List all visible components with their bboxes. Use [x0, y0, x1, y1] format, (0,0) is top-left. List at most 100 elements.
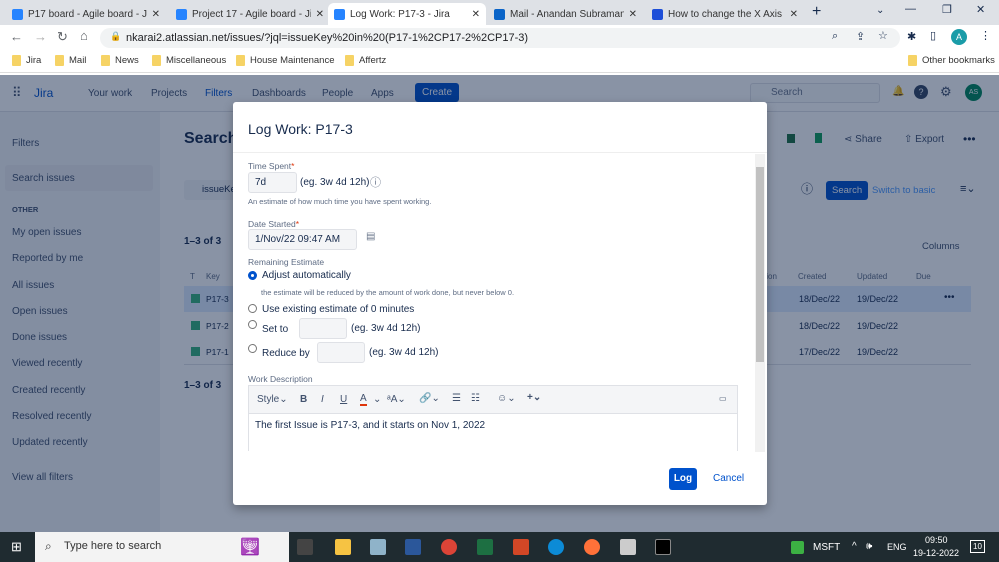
notepad-icon[interactable]	[370, 539, 386, 555]
pc-icon[interactable]	[620, 539, 636, 555]
tab-x-axis[interactable]: How to change the X Axis period✕	[646, 3, 804, 25]
close-icon[interactable]: ✕	[790, 9, 798, 20]
profile-avatar[interactable]: A	[951, 29, 967, 45]
chevron-down-icon[interactable]: ⌄	[373, 394, 381, 405]
clock-date[interactable]: 19-12-2022	[913, 548, 959, 558]
stock-ticker[interactable]: MSFT	[813, 542, 840, 553]
bullet-list-icon[interactable]: ☰	[452, 393, 461, 404]
reload-icon[interactable]: ↻	[57, 29, 68, 45]
tab-project-17[interactable]: Project 17 - Agile board - Jira ✕	[170, 3, 330, 25]
folder-icon	[12, 55, 21, 66]
firefox-icon[interactable]	[584, 539, 600, 555]
edge-icon[interactable]	[548, 539, 564, 555]
option-use-existing[interactable]: Use existing estimate of 0 minutes	[262, 304, 414, 315]
volume-icon[interactable]: 🕪	[866, 541, 872, 552]
tab-p17-board[interactable]: P17 board - Agile board - Jira ✕	[6, 3, 166, 25]
powerpoint-icon[interactable]	[513, 539, 529, 555]
numbered-list-icon[interactable]: ☷	[471, 393, 480, 404]
style-dropdown[interactable]: Style⌄	[257, 394, 288, 405]
zoom-icon[interactable]: ⌕	[832, 30, 838, 43]
underline-button[interactable]: U	[340, 394, 347, 405]
bookmark-misc[interactable]: Miscellaneous	[152, 55, 226, 66]
remaining-estimate-label: Remaining Estimate	[248, 257, 325, 267]
dialog-scrollbar[interactable]	[755, 154, 765, 452]
new-tab-button[interactable]: +	[812, 3, 821, 21]
help-icon[interactable]: ⓘ	[370, 174, 381, 190]
folder-icon	[345, 55, 354, 66]
menorah-icon[interactable]: 🕎	[240, 537, 260, 557]
bookmark-jira[interactable]: Jira	[12, 55, 41, 66]
bookmark-mail[interactable]: Mail	[55, 55, 86, 66]
share-icon[interactable]: ⇪	[856, 30, 865, 43]
star-icon[interactable]: ☆	[878, 29, 888, 42]
link-icon[interactable]: 🔗⌄	[419, 393, 440, 404]
close-window-button[interactable]: ✕	[976, 3, 985, 16]
folder-icon	[236, 55, 245, 66]
bookmark-news[interactable]: News	[101, 55, 139, 66]
text-color-button[interactable]: A	[360, 393, 367, 406]
file-explorer-icon[interactable]	[335, 539, 351, 555]
option-set-to[interactable]: Set to	[262, 324, 288, 335]
log-button[interactable]: Log	[669, 468, 697, 490]
terminal-icon[interactable]	[655, 539, 671, 555]
bold-button[interactable]: B	[300, 394, 307, 405]
minimize-button[interactable]: —	[905, 3, 916, 15]
bookmark-affertz[interactable]: Affertz	[345, 55, 386, 66]
set-to-input[interactable]	[299, 318, 347, 339]
font-size-button[interactable]: ᵃA⌄	[387, 394, 406, 405]
restore-button[interactable]: ❐	[942, 3, 952, 16]
language-indicator[interactable]: ENG	[887, 542, 907, 552]
radio-reduce-by[interactable]	[248, 344, 257, 353]
word-icon[interactable]	[405, 539, 421, 555]
lock-icon[interactable]: 🔒	[110, 31, 121, 42]
windows-start-icon[interactable]: ⊞	[11, 539, 22, 555]
tray-chevron-icon[interactable]: ^	[852, 541, 857, 552]
jira-icon	[334, 8, 345, 20]
dialog-title: Log Work: P17-3	[248, 121, 353, 137]
insert-icon[interactable]: +⌄	[527, 392, 541, 403]
reduce-by-example: (eg. 3w 4d 12h)	[369, 347, 439, 358]
url-input[interactable]: nkarai2.atlassian.net/issues/?jql=issueK…	[100, 28, 900, 48]
close-icon[interactable]: ✕	[629, 9, 637, 20]
menu-icon[interactable]: ⋮	[980, 29, 991, 42]
home-icon[interactable]: ⌂	[80, 28, 88, 43]
close-icon[interactable]: ✕	[472, 9, 480, 20]
jira-icon	[176, 8, 187, 20]
time-spent-input[interactable]: 7d	[248, 172, 297, 193]
option-adjust-automatically[interactable]: Adjust automatically	[262, 270, 351, 281]
radio-set-to[interactable]	[248, 320, 257, 329]
forward-icon[interactable]: →	[34, 29, 47, 44]
close-icon[interactable]: ✕	[316, 9, 324, 20]
calendar-icon[interactable]: ▤	[366, 231, 375, 242]
tab-search-icon[interactable]: ⌄	[876, 5, 884, 16]
option-reduce-by[interactable]: Reduce by	[262, 348, 310, 359]
tab-mail[interactable]: Mail - Anandan Subramani - Outlook✕	[488, 3, 643, 25]
excel-icon[interactable]	[477, 539, 493, 555]
back-icon[interactable]: ←	[10, 29, 23, 44]
bookmarks-bar: Jira Mail News Miscellaneous House Maint…	[0, 50, 999, 73]
work-description-editor[interactable]: Style⌄ B I U A ⌄ ᵃA⌄ 🔗⌄ ☰ ☷ ☺⌄ +⌄ ▭ The …	[248, 385, 738, 451]
italic-button[interactable]: I	[321, 394, 324, 405]
time-spent-example: (eg. 3w 4d 12h)	[300, 177, 370, 188]
other-bookmarks[interactable]: Other bookmarks	[908, 55, 995, 66]
emoji-icon[interactable]: ☺⌄	[497, 393, 516, 404]
description-text[interactable]: The first Issue is P17-3, and it starts …	[255, 420, 485, 431]
reduce-by-input[interactable]	[317, 342, 365, 363]
close-icon[interactable]: ✕	[152, 9, 160, 20]
collapse-toolbar-icon[interactable]: ▭	[719, 394, 727, 403]
extensions-icon[interactable]: ✱	[907, 30, 916, 43]
chrome-icon[interactable]	[441, 539, 457, 555]
date-started-label: Date Started*	[248, 219, 300, 229]
jira-icon	[12, 8, 23, 20]
task-view-icon[interactable]	[297, 539, 313, 555]
bookmark-house[interactable]: House Maintenance	[236, 55, 335, 66]
clock-time[interactable]: 09:50	[925, 535, 948, 545]
date-started-input[interactable]: 1/Nov/22 09:47 AM	[248, 229, 357, 250]
radio-use-existing[interactable]	[248, 304, 257, 313]
notifications-badge[interactable]: 10	[970, 540, 985, 553]
sidepanel-icon[interactable]: ▯	[930, 29, 936, 42]
cancel-button[interactable]: Cancel	[713, 473, 744, 484]
work-description-label: Work Description	[248, 374, 313, 384]
tab-log-work[interactable]: Log Work: P17-3 - Jira ✕	[328, 3, 486, 25]
radio-adjust-automatically[interactable]	[248, 271, 257, 280]
